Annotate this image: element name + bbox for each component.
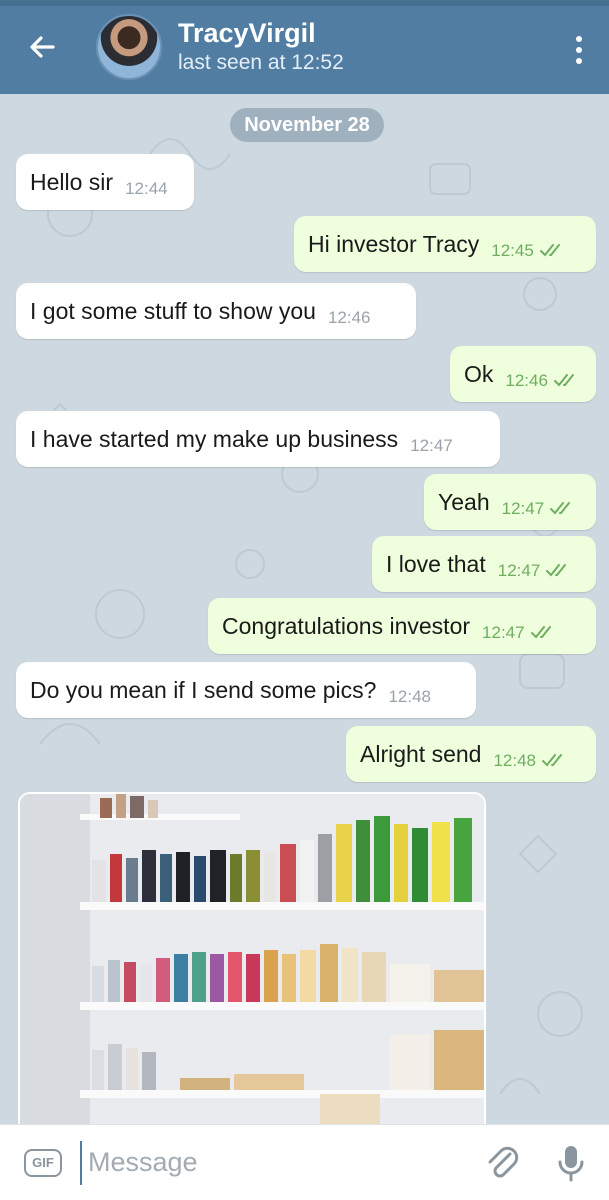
- message-text: Congratulations investor: [222, 612, 471, 639]
- message-bubble-incoming[interactable]: Do you mean if I send some pics? 12:48: [16, 662, 476, 718]
- message-time: 12:45: [491, 241, 534, 260]
- arrow-left-icon: [30, 36, 55, 58]
- gif-button[interactable]: GIF: [24, 1148, 62, 1177]
- message-time: 12:44: [125, 179, 168, 198]
- message-bubble-outgoing[interactable]: Alright send 12:48: [346, 726, 596, 782]
- message-text: Ok: [464, 360, 494, 387]
- contact-name: TracyVirgil: [178, 18, 316, 48]
- message-time: 12:46: [505, 371, 548, 390]
- double-check-icon: [546, 564, 567, 577]
- paperclip-icon: [488, 1146, 519, 1178]
- message-bubble-incoming[interactable]: I have started my make up business 12:47: [16, 411, 500, 467]
- message-text: Hello sir: [30, 168, 114, 195]
- attach-button[interactable]: [484, 1140, 520, 1184]
- message-text: I got some stuff to show you: [30, 297, 316, 324]
- last-seen-status: last seen at 12:52: [178, 51, 344, 74]
- message-time: 12:47: [410, 436, 453, 455]
- more-vert-icon: [576, 36, 582, 42]
- message-text: Do you mean if I send some pics?: [30, 676, 377, 703]
- double-check-icon: [550, 502, 571, 515]
- message-text: Alright send: [360, 740, 482, 767]
- message-bubble-outgoing[interactable]: Yeah 12:47: [424, 474, 596, 530]
- message-text: Hi investor Tracy: [308, 230, 480, 257]
- microphone-button[interactable]: [556, 1140, 586, 1184]
- more-vert-dot: [576, 58, 582, 64]
- message-bubble-incoming[interactable]: Hello sir 12:44: [16, 154, 194, 210]
- chat-header: TracyVirgil last seen at 12:52: [0, 0, 609, 94]
- message-time: 12:47: [501, 499, 545, 518]
- message-time: 12:48: [388, 687, 431, 706]
- message-time: 12:47: [497, 561, 541, 580]
- contact-avatar[interactable]: [96, 14, 162, 80]
- message-input[interactable]: [80, 1140, 460, 1185]
- message-text: Yeah: [438, 488, 490, 515]
- message-text: I have started my make up business: [30, 425, 399, 452]
- double-check-icon: [553, 374, 574, 387]
- message-bubble-outgoing[interactable]: Hi investor Tracy 12:45: [294, 216, 596, 272]
- back-button[interactable]: [14, 19, 70, 75]
- message-time: 12:46: [327, 308, 371, 327]
- status-bar-strip: [0, 0, 609, 6]
- message-bubble-outgoing[interactable]: Congratulations investor 12:47: [208, 598, 596, 654]
- shelf-photo-illustration: [20, 794, 484, 1124]
- message-bubble-outgoing[interactable]: Ok 12:46: [450, 346, 596, 402]
- more-menu-button[interactable]: [567, 30, 591, 70]
- message-time: 12:48: [493, 751, 537, 770]
- double-check-icon: [539, 244, 560, 257]
- more-vert-dot: [576, 47, 582, 53]
- message-bubble-outgoing[interactable]: I love that 12:47: [372, 536, 596, 592]
- message-text: I love that: [386, 550, 486, 577]
- message-time: 12:47: [482, 623, 525, 642]
- photo-message-image[interactable]: [18, 792, 486, 1124]
- double-check-icon: [542, 754, 563, 767]
- microphone-icon: [558, 1146, 584, 1182]
- message-bubble-incoming[interactable]: I got some stuff to show you 12:46: [16, 283, 416, 339]
- double-check-icon: [530, 626, 551, 639]
- date-separator: November 28: [230, 108, 384, 142]
- contact-title-block[interactable]: TracyVirgil last seen at 12:52: [178, 17, 344, 77]
